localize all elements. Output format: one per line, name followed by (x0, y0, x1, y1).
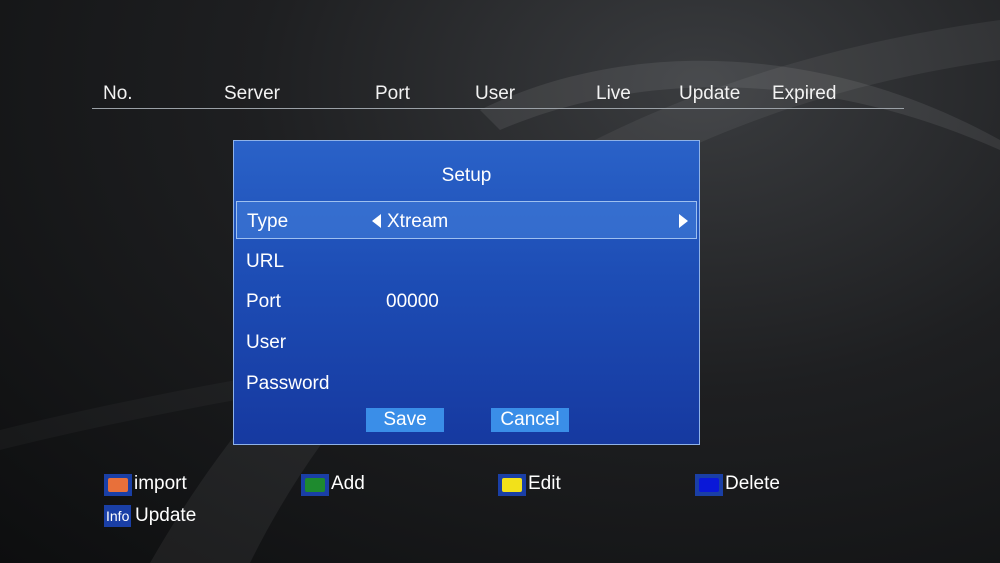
column-port: Port (375, 83, 410, 104)
arrow-left-icon[interactable] (372, 214, 381, 228)
save-button[interactable]: Save (366, 408, 444, 432)
yellow-swatch (502, 478, 522, 492)
arrow-right-icon[interactable] (679, 214, 688, 228)
column-live: Live (596, 83, 631, 104)
green-key-icon (301, 474, 329, 496)
user-label: User (246, 332, 287, 353)
url-field-row[interactable]: URL (236, 242, 697, 280)
column-user: User (475, 83, 516, 104)
blue-key-icon (695, 474, 723, 496)
import-label: import (134, 473, 187, 494)
delete-label: Delete (725, 473, 780, 494)
info-key-icon: Info (104, 505, 132, 527)
setup-dialog: Setup Type Xtream URL Port 00000 User Pa… (233, 140, 700, 445)
column-update: Update (679, 83, 741, 104)
column-expired: Expired (772, 83, 837, 104)
add-label: Add (331, 473, 365, 494)
port-label: Port (246, 291, 281, 312)
edit-label: Edit (528, 473, 561, 494)
orange-swatch (108, 478, 128, 492)
column-no: No. (103, 83, 133, 104)
dialog-title: Setup (441, 165, 492, 186)
port-value[interactable]: 00000 (386, 291, 439, 313)
password-label: Password (246, 373, 330, 394)
port-field-row[interactable]: Port 00000 (236, 282, 697, 320)
url-label: URL (246, 251, 285, 272)
blue-swatch (699, 478, 719, 492)
green-swatch (305, 478, 325, 492)
update-label: Update (135, 505, 197, 526)
yellow-key-icon (498, 474, 526, 496)
user-field-row[interactable]: User (236, 323, 697, 361)
type-label: Type (247, 211, 289, 232)
orange-key-icon (104, 474, 132, 496)
type-value: Xtream (387, 211, 449, 232)
column-server: Server (224, 83, 280, 104)
server-table-header: No. Server Port User Live Update Expired (92, 80, 904, 109)
password-field-row[interactable]: Password (236, 364, 697, 402)
type-selector-row[interactable]: Type Xtream (236, 201, 697, 239)
cancel-button[interactable]: Cancel (491, 408, 569, 432)
